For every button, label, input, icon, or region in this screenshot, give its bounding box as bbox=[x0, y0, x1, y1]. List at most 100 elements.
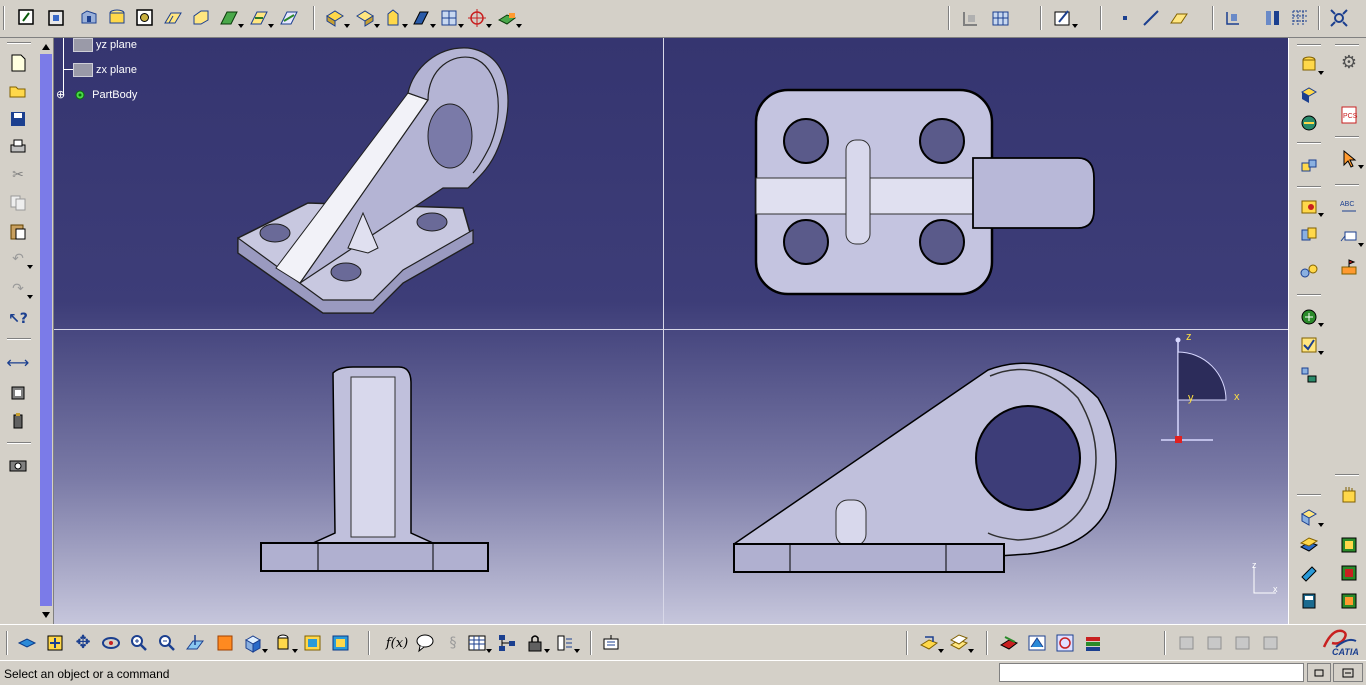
undo-icon[interactable]: ↶ bbox=[7, 248, 33, 270]
cube-render-icon[interactable] bbox=[1298, 84, 1320, 106]
measure-icon[interactable]: ⟷ bbox=[7, 352, 30, 374]
knowledge-icon[interactable]: § bbox=[442, 632, 464, 654]
pcs-icon[interactable]: PCS bbox=[1338, 104, 1360, 126]
whats-this-icon[interactable]: ↖? bbox=[7, 308, 29, 330]
compass-icon[interactable] bbox=[1143, 328, 1263, 448]
body-insert-icon[interactable] bbox=[948, 632, 974, 654]
hole-icon[interactable] bbox=[162, 7, 184, 29]
multi-view-icon[interactable] bbox=[214, 632, 236, 654]
point-icon[interactable] bbox=[1114, 7, 1136, 29]
fillet-icon[interactable] bbox=[324, 7, 350, 29]
options-button[interactable] bbox=[1333, 663, 1363, 682]
catalog-browser-icon[interactable] bbox=[1338, 534, 1360, 556]
surface-icon[interactable] bbox=[1298, 534, 1320, 556]
target-icon[interactable] bbox=[1054, 632, 1076, 654]
zoom-out-icon[interactable] bbox=[156, 632, 178, 654]
lock-icon[interactable] bbox=[524, 632, 550, 654]
front-part-view[interactable] bbox=[253, 363, 498, 578]
tree-item-zx-plane[interactable]: zx plane bbox=[73, 63, 137, 77]
save-icon[interactable] bbox=[7, 108, 29, 130]
rotate-icon[interactable] bbox=[100, 632, 122, 654]
product-icon[interactable] bbox=[1298, 156, 1320, 178]
hybrid-design-icon[interactable] bbox=[918, 632, 944, 654]
iso-view-icon[interactable] bbox=[242, 632, 268, 654]
text-icon[interactable]: ABC bbox=[1338, 196, 1360, 218]
apply-material-icon[interactable] bbox=[1298, 54, 1324, 76]
gear-icon[interactable]: ⚙ bbox=[1338, 52, 1360, 74]
slot-icon[interactable] bbox=[218, 7, 244, 29]
open-icon[interactable] bbox=[7, 80, 29, 102]
thread-icon[interactable] bbox=[466, 7, 492, 29]
hide-show-icon[interactable] bbox=[302, 632, 324, 654]
tree-item-yz-plane[interactable]: yz plane bbox=[73, 38, 137, 52]
sheet-icon[interactable] bbox=[1298, 562, 1320, 584]
inertia-icon[interactable] bbox=[7, 410, 29, 432]
formula-icon[interactable]: f(x) bbox=[386, 632, 408, 654]
paste-icon[interactable] bbox=[7, 220, 29, 242]
expand-icon[interactable]: ⊕ bbox=[56, 88, 68, 101]
draft-icon[interactable] bbox=[382, 7, 408, 29]
publish-icon[interactable] bbox=[600, 632, 622, 654]
chamfer-icon[interactable] bbox=[354, 7, 380, 29]
hand-icon[interactable] bbox=[1338, 484, 1360, 506]
command-input[interactable] bbox=[999, 663, 1304, 682]
catalog-icon[interactable] bbox=[1298, 196, 1324, 218]
isometric-part-view[interactable] bbox=[228, 38, 528, 328]
annotation-icon[interactable] bbox=[1338, 226, 1364, 248]
fly-mode-icon[interactable] bbox=[16, 632, 38, 654]
part-design-icon[interactable] bbox=[1298, 506, 1324, 528]
render-icon[interactable] bbox=[1026, 632, 1048, 654]
table-icon[interactable] bbox=[466, 632, 492, 654]
disabled-tool-2-icon[interactable] bbox=[1204, 632, 1226, 654]
constraint-icon[interactable] bbox=[1298, 260, 1320, 282]
fit-all-in-icon[interactable] bbox=[44, 632, 66, 654]
power-input-button[interactable] bbox=[1307, 663, 1331, 682]
analysis-icon[interactable] bbox=[1298, 306, 1324, 328]
stack-icon[interactable] bbox=[1082, 632, 1104, 654]
scroll-down-arrow-icon[interactable] bbox=[40, 608, 52, 620]
sketcher-icon[interactable] bbox=[1052, 7, 1078, 29]
thickness-icon[interactable] bbox=[438, 7, 464, 29]
pocket-icon[interactable] bbox=[78, 7, 100, 29]
assembly-icon[interactable] bbox=[1298, 224, 1320, 246]
side-part-view[interactable] bbox=[728, 358, 1128, 578]
capture-icon[interactable] bbox=[7, 454, 29, 476]
cut-icon[interactable]: ✂ bbox=[7, 164, 29, 186]
book-icon[interactable] bbox=[1298, 590, 1320, 612]
groove-icon[interactable] bbox=[134, 7, 156, 29]
stiffener-icon[interactable] bbox=[248, 7, 274, 29]
shaft-icon[interactable] bbox=[106, 7, 128, 29]
scroll-up-arrow-icon[interactable] bbox=[40, 40, 52, 52]
line-icon[interactable] bbox=[1140, 7, 1162, 29]
sketch-icon[interactable] bbox=[16, 7, 38, 29]
pan-icon[interactable]: ✥ bbox=[72, 632, 94, 654]
tree-diagram-icon[interactable] bbox=[496, 632, 518, 654]
flag-note-icon[interactable] bbox=[1338, 256, 1360, 278]
shell-icon[interactable] bbox=[410, 7, 436, 29]
comment-icon[interactable] bbox=[414, 632, 436, 654]
3d-viewport[interactable]: yz plane zx plane ⊕ PartBody z x y z x bbox=[38, 38, 1288, 624]
rib-icon[interactable] bbox=[190, 7, 212, 29]
select-point-icon[interactable] bbox=[1262, 7, 1284, 29]
library-icon[interactable] bbox=[1338, 562, 1360, 584]
copy-icon[interactable] bbox=[7, 192, 29, 214]
fit-all-icon[interactable] bbox=[1328, 7, 1350, 29]
pad-icon[interactable] bbox=[46, 7, 68, 29]
disabled-tool-1-icon[interactable] bbox=[1176, 632, 1198, 654]
catalog-open-icon[interactable] bbox=[1338, 590, 1360, 612]
shading-icon[interactable] bbox=[272, 632, 298, 654]
rule-icon[interactable] bbox=[554, 632, 580, 654]
plane-icon[interactable] bbox=[1168, 7, 1190, 29]
tree-item-partbody[interactable]: ⊕ PartBody bbox=[56, 88, 137, 102]
disabled-tool-4-icon[interactable] bbox=[1260, 632, 1282, 654]
swap-visible-icon[interactable] bbox=[330, 632, 352, 654]
multi-sections-icon[interactable] bbox=[278, 7, 300, 29]
grid-icon[interactable] bbox=[990, 7, 1012, 29]
new-icon[interactable] bbox=[7, 52, 29, 74]
scene-icon[interactable] bbox=[1298, 112, 1320, 134]
print-icon[interactable] bbox=[7, 136, 29, 158]
measure-item-icon[interactable] bbox=[7, 382, 29, 404]
remove-face-icon[interactable] bbox=[496, 7, 522, 29]
axis-system-icon[interactable] bbox=[1222, 7, 1244, 29]
plane-system-icon[interactable] bbox=[960, 7, 982, 29]
